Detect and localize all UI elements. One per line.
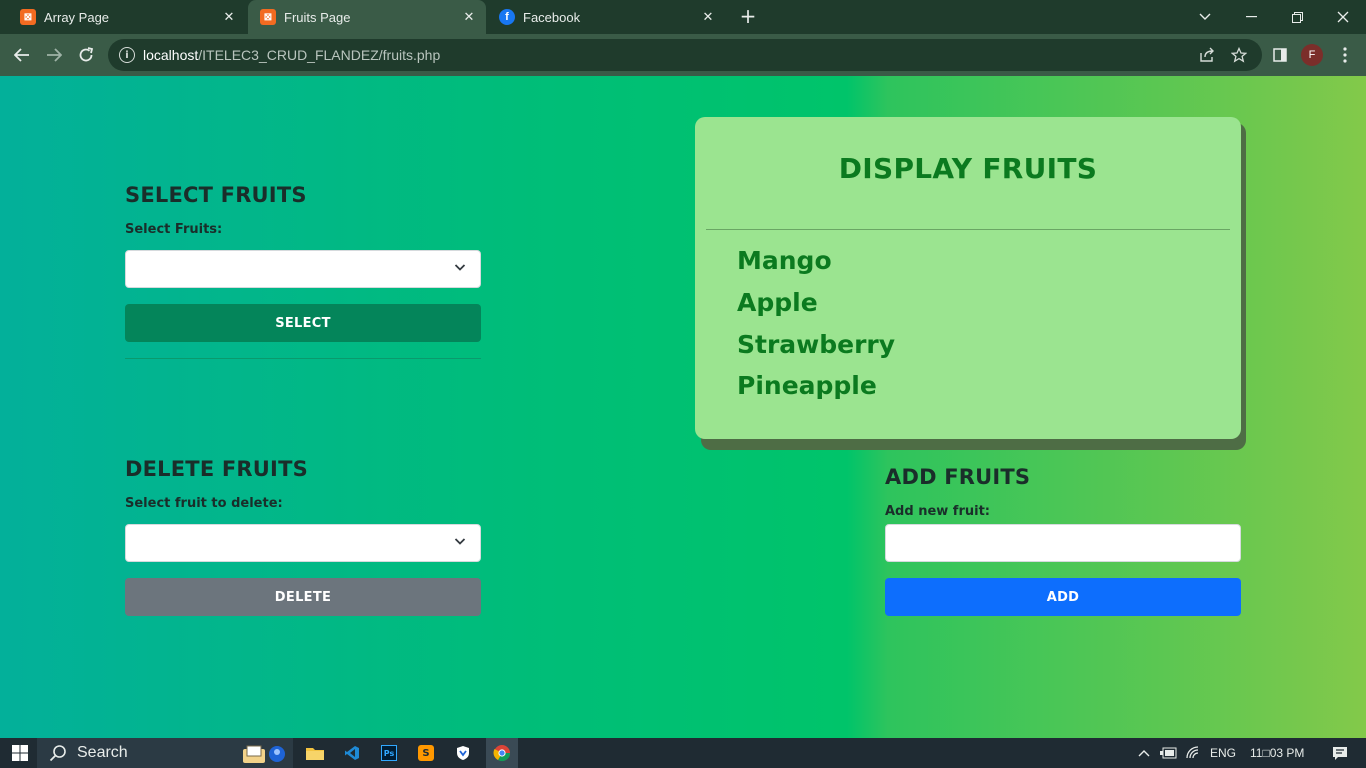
chevron-down-icon — [454, 264, 466, 271]
forward-button[interactable] — [42, 43, 66, 67]
select-fruits-label: Select Fruits: — [125, 222, 223, 237]
clock[interactable]: 11□03 PM — [1250, 746, 1304, 760]
windows-logo-icon — [12, 745, 28, 761]
back-button[interactable] — [10, 43, 34, 67]
close-window-button[interactable] — [1320, 0, 1366, 34]
close-tab-icon[interactable]: ✕ — [220, 8, 238, 26]
address-bar[interactable]: i localhost/ITELEC3_CRUD_FLANDEZ/fruits.… — [108, 39, 1262, 71]
close-icon — [1337, 11, 1349, 23]
display-fruits-title: DISPLAY FRUITS — [838, 152, 1098, 185]
reload-icon — [79, 47, 94, 62]
restore-button[interactable] — [1274, 0, 1320, 34]
tab-fruits-page[interactable]: ⊠ Fruits Page ✕ — [248, 0, 486, 34]
photoshop-icon[interactable]: Ps — [375, 741, 403, 765]
vscode-icon[interactable] — [338, 741, 366, 765]
tab-title: Array Page — [44, 9, 110, 25]
add-fruit-input[interactable] — [885, 524, 1241, 562]
arrow-left-icon — [14, 48, 29, 62]
sublime-text-icon[interactable]: S — [412, 741, 440, 765]
search-label: Search — [77, 744, 128, 761]
restore-icon — [1291, 11, 1303, 23]
chevron-up-icon[interactable] — [1138, 749, 1150, 757]
chevron-down-icon — [1199, 13, 1211, 20]
chrome-taskbar-icon[interactable] — [486, 738, 518, 768]
xampp-icon: ⊠ — [260, 9, 276, 25]
tab-array-page[interactable]: ⊠ Array Page ✕ — [8, 0, 246, 34]
xampp-icon: ⊠ — [20, 9, 36, 25]
notifications-icon[interactable] — [1332, 746, 1348, 761]
display-fruits-card: DISPLAY FRUITS Mango Apple Strawberry Pi… — [695, 117, 1241, 439]
select-fruits-dropdown[interactable] — [125, 250, 481, 288]
tab-facebook[interactable]: f Facebook ✕ — [487, 0, 725, 34]
url-text[interactable]: localhost/ITELEC3_CRUD_FLANDEZ/fruits.ph… — [143, 47, 440, 63]
share-icon[interactable] — [1198, 46, 1216, 64]
shield-app-icon[interactable] — [449, 741, 477, 765]
taskbar-search[interactable]: Search — [37, 738, 293, 768]
delete-fruits-label: Select fruit to delete: — [125, 496, 283, 511]
delete-fruits-title: DELETE FRUITS — [125, 457, 308, 481]
side-panel-icon[interactable] — [1270, 45, 1290, 65]
windows-taskbar: Search Ps S ENG 11□03 PM — [0, 738, 1366, 768]
minimize-button[interactable] — [1228, 0, 1274, 34]
close-tab-icon[interactable]: ✕ — [699, 8, 717, 26]
add-fruit-label: Add new fruit: — [885, 504, 990, 519]
language-indicator[interactable]: ENG — [1210, 746, 1236, 760]
chevron-down-icon — [454, 538, 466, 545]
add-fruits-title: ADD FRUITS — [885, 465, 1031, 489]
fruit-list-item: Apple — [737, 288, 818, 317]
browser-toolbar: i localhost/ITELEC3_CRUD_FLANDEZ/fruits.… — [0, 34, 1366, 76]
file-explorer-icon[interactable] — [301, 741, 329, 765]
fruit-list-item: Pineapple — [737, 371, 877, 400]
tab-title: Fruits Page — [284, 9, 351, 25]
fruits-page: SELECT FRUITS Select Fruits: SELECT DELE… — [0, 76, 1366, 738]
close-tab-icon[interactable]: ✕ — [460, 8, 478, 26]
system-tray: ENG 11□03 PM — [1138, 738, 1348, 768]
select-fruits-title: SELECT FRUITS — [125, 183, 307, 207]
wifi-icon[interactable] — [1186, 746, 1202, 760]
reload-button[interactable] — [74, 43, 98, 67]
select-section-divider — [125, 358, 481, 359]
search-icon — [49, 745, 66, 762]
minimize-icon — [1245, 16, 1257, 18]
profile-avatar[interactable]: F — [1301, 44, 1323, 66]
arrow-right-icon — [47, 48, 62, 62]
card-divider — [706, 229, 1230, 230]
tab-title: Facebook — [523, 9, 581, 25]
site-info-icon[interactable]: i — [119, 47, 135, 63]
fruit-list-item: Mango — [737, 246, 832, 275]
delete-button[interactable]: DELETE — [125, 578, 481, 616]
facebook-icon: f — [499, 9, 515, 25]
delete-fruits-dropdown[interactable] — [125, 524, 481, 562]
add-button[interactable]: ADD — [885, 578, 1241, 616]
search-highlight-icon — [237, 741, 289, 765]
browser-tab-bar: ⊠ Array Page ✕ ⊠ Fruits Page ✕ f Faceboo… — [0, 0, 1366, 34]
select-button[interactable]: SELECT — [125, 304, 481, 342]
new-tab-button[interactable]: + — [737, 6, 759, 28]
star-icon[interactable] — [1230, 46, 1248, 64]
more-menu-icon[interactable] — [1335, 45, 1355, 65]
start-button[interactable] — [6, 741, 34, 765]
tab-search-button[interactable] — [1182, 0, 1228, 34]
battery-icon[interactable] — [1160, 747, 1178, 759]
fruit-list-item: Strawberry — [737, 330, 896, 359]
